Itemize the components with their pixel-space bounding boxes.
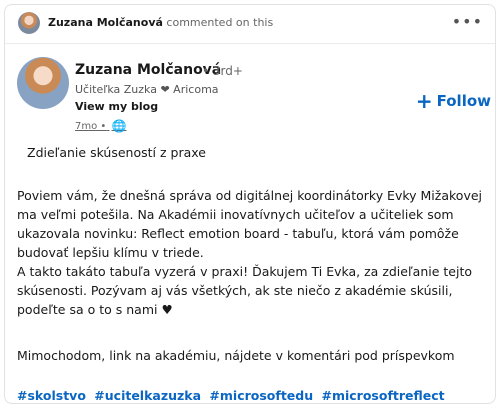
hashtag-link[interactable]: #ucitelkazuzka <box>94 388 201 403</box>
post-line: skúsenosti. Pozývam aj vás všetkých, ak … <box>17 283 453 298</box>
post-line: ma veľmi potešila. Na Akadémii inovatívn… <box>17 207 454 222</box>
activity-text: Zuzana Molčanová commented on this <box>48 16 273 29</box>
feed-post-card: Zuzana Molčanová commented on this ••• Z… <box>4 4 496 404</box>
hashtag-link[interactable]: #skolstvo <box>17 388 86 403</box>
post-line: Poviem vám, že dnešná správa od digitáln… <box>17 188 483 203</box>
connection-degree: • 3rd+ <box>202 64 243 78</box>
hashtag-list: #skolstvo #ucitelkazuzka #microsoftedu #… <box>17 386 449 403</box>
post-line: ukazovala novinku: Reflect emotion board… <box>17 226 459 241</box>
activity-action: commented on this <box>166 16 274 29</box>
follow-button[interactable]: + Follow <box>416 89 491 113</box>
author-avatar[interactable] <box>17 57 69 109</box>
post-line: A takto takáto tabuľa vyzerá v praxi! Ďa… <box>17 264 472 279</box>
actor-avatar[interactable] <box>18 12 40 34</box>
plus-icon: + <box>415 89 433 113</box>
hashtag-link[interactable]: #microsoftreflect <box>321 388 444 403</box>
post-line: podeľte sa o to s nami ♥ <box>17 302 173 317</box>
more-options-button[interactable]: ••• <box>452 12 483 31</box>
post-author-header: Zuzana Molčanová • 3rd+ Učiteľka Zuzka ❤… <box>5 55 495 135</box>
globe-icon: 🌐 <box>111 119 127 133</box>
post-title: Zdieľanie skúseností z praxe <box>27 145 206 160</box>
follow-label: Follow <box>436 92 491 110</box>
post-line: Mimochodom, link na akadémiu, nájdete v … <box>17 348 455 363</box>
author-name[interactable]: Zuzana Molčanová <box>75 62 221 78</box>
actor-name[interactable]: Zuzana Molčanová <box>48 16 163 29</box>
author-headline: Učiteľka Zuzka ❤ Aricoma <box>75 83 219 96</box>
post-line: budovať lepšiu klímu v triede. <box>17 245 204 260</box>
post-time: 7mo • <box>75 121 107 132</box>
post-timestamp[interactable]: 7mo • 🌐 <box>75 119 126 133</box>
activity-header: Zuzana Molčanová commented on this ••• <box>5 5 495 44</box>
view-blog-link[interactable]: View my blog <box>75 100 158 113</box>
hashtag-link[interactable]: #microsoftedu <box>209 388 313 403</box>
